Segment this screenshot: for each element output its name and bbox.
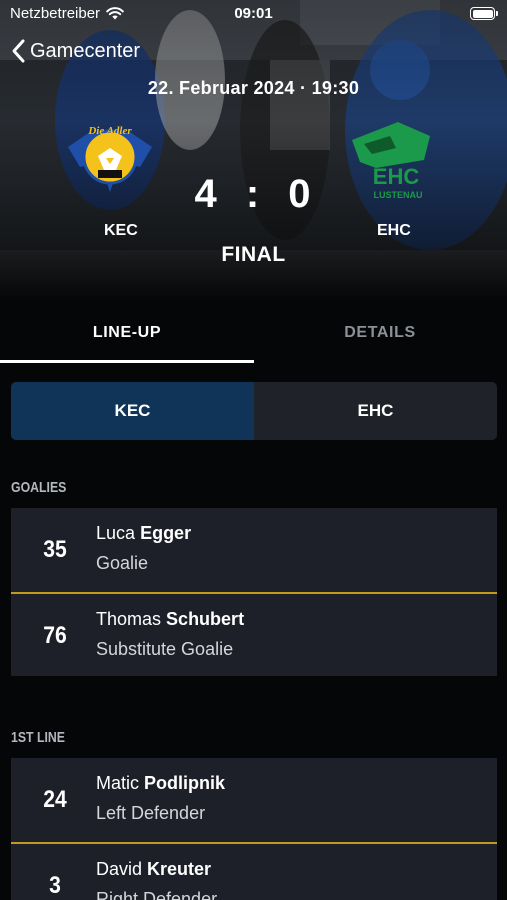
player-name: Luca Egger: [96, 523, 191, 544]
player-last-name: Schubert: [166, 609, 245, 629]
player-first-name: Thomas: [96, 609, 162, 629]
player-position: Right Defender: [96, 889, 218, 900]
status-bar: Netzbetreiber 09:01: [0, 0, 507, 28]
player-row[interactable]: 76 Thomas Schubert Substitute Goalie: [11, 592, 497, 676]
home-logo-text: Die Adler: [87, 125, 132, 137]
section-title-1st-line: 1ST LINE: [11, 729, 66, 746]
team-toggle-kec[interactable]: KEC: [11, 382, 254, 440]
back-label: Gamecenter: [30, 39, 141, 62]
clock: 09:01: [234, 5, 273, 22]
player-name: Thomas Schubert: [96, 609, 244, 630]
player-row[interactable]: 24 Matic Podlipnik Left Defender: [11, 758, 497, 842]
away-score: 0: [288, 172, 313, 216]
player-first-name: David: [96, 859, 143, 879]
home-team-abbr: KEC: [104, 222, 138, 239]
tab-details[interactable]: DETAILS: [253, 302, 507, 363]
section-title-goalies: GOALIES: [11, 479, 67, 496]
battery-icon: [470, 7, 498, 20]
player-name: Matic Podlipnik: [96, 773, 225, 794]
chevron-left-icon: [12, 39, 25, 63]
score-separator: :: [245, 172, 262, 216]
back-button[interactable]: Gamecenter: [10, 38, 140, 64]
player-row[interactable]: 3 David Kreuter Right Defender: [11, 842, 497, 900]
player-last-name: Kreuter: [147, 859, 212, 879]
home-score: 4: [194, 172, 219, 216]
player-name: David Kreuter: [96, 859, 211, 880]
match-header: Netzbetreiber 09:01 Gamecenter 22. Febru…: [0, 0, 507, 302]
player-number: 76: [43, 622, 67, 649]
score: 4 : 0: [0, 172, 507, 217]
player-last-name: Podlipnik: [144, 773, 226, 793]
lineup-card-goalies: 35 Luca Egger Goalie 76 Thomas Schubert …: [11, 508, 497, 676]
active-tab-indicator: [0, 360, 254, 363]
match-date: 22. Februar 2024 · 19:30: [147, 78, 360, 98]
player-first-name: Luca: [96, 523, 136, 543]
player-position: Goalie: [96, 553, 149, 573]
player-number: 3: [49, 872, 61, 899]
player-number: 35: [43, 536, 67, 563]
player-position: Substitute Goalie: [96, 639, 234, 659]
player-last-name: Egger: [140, 523, 192, 543]
away-team-abbr: EHC: [377, 222, 411, 239]
player-position: Left Defender: [96, 803, 206, 823]
match-status: FINAL: [221, 243, 286, 266]
player-row[interactable]: 35 Luca Egger Goalie: [11, 508, 497, 592]
team-toggle: KEC EHC: [11, 382, 497, 440]
team-toggle-ehc[interactable]: EHC: [254, 382, 497, 440]
player-number: 24: [43, 786, 67, 813]
tab-line-up[interactable]: LINE-UP: [0, 302, 254, 363]
tab-bar: LINE-UP DETAILS: [0, 302, 507, 363]
player-first-name: Matic: [96, 773, 140, 793]
lineup-card-1st-line: 24 Matic Podlipnik Left Defender 3 David…: [11, 758, 497, 900]
